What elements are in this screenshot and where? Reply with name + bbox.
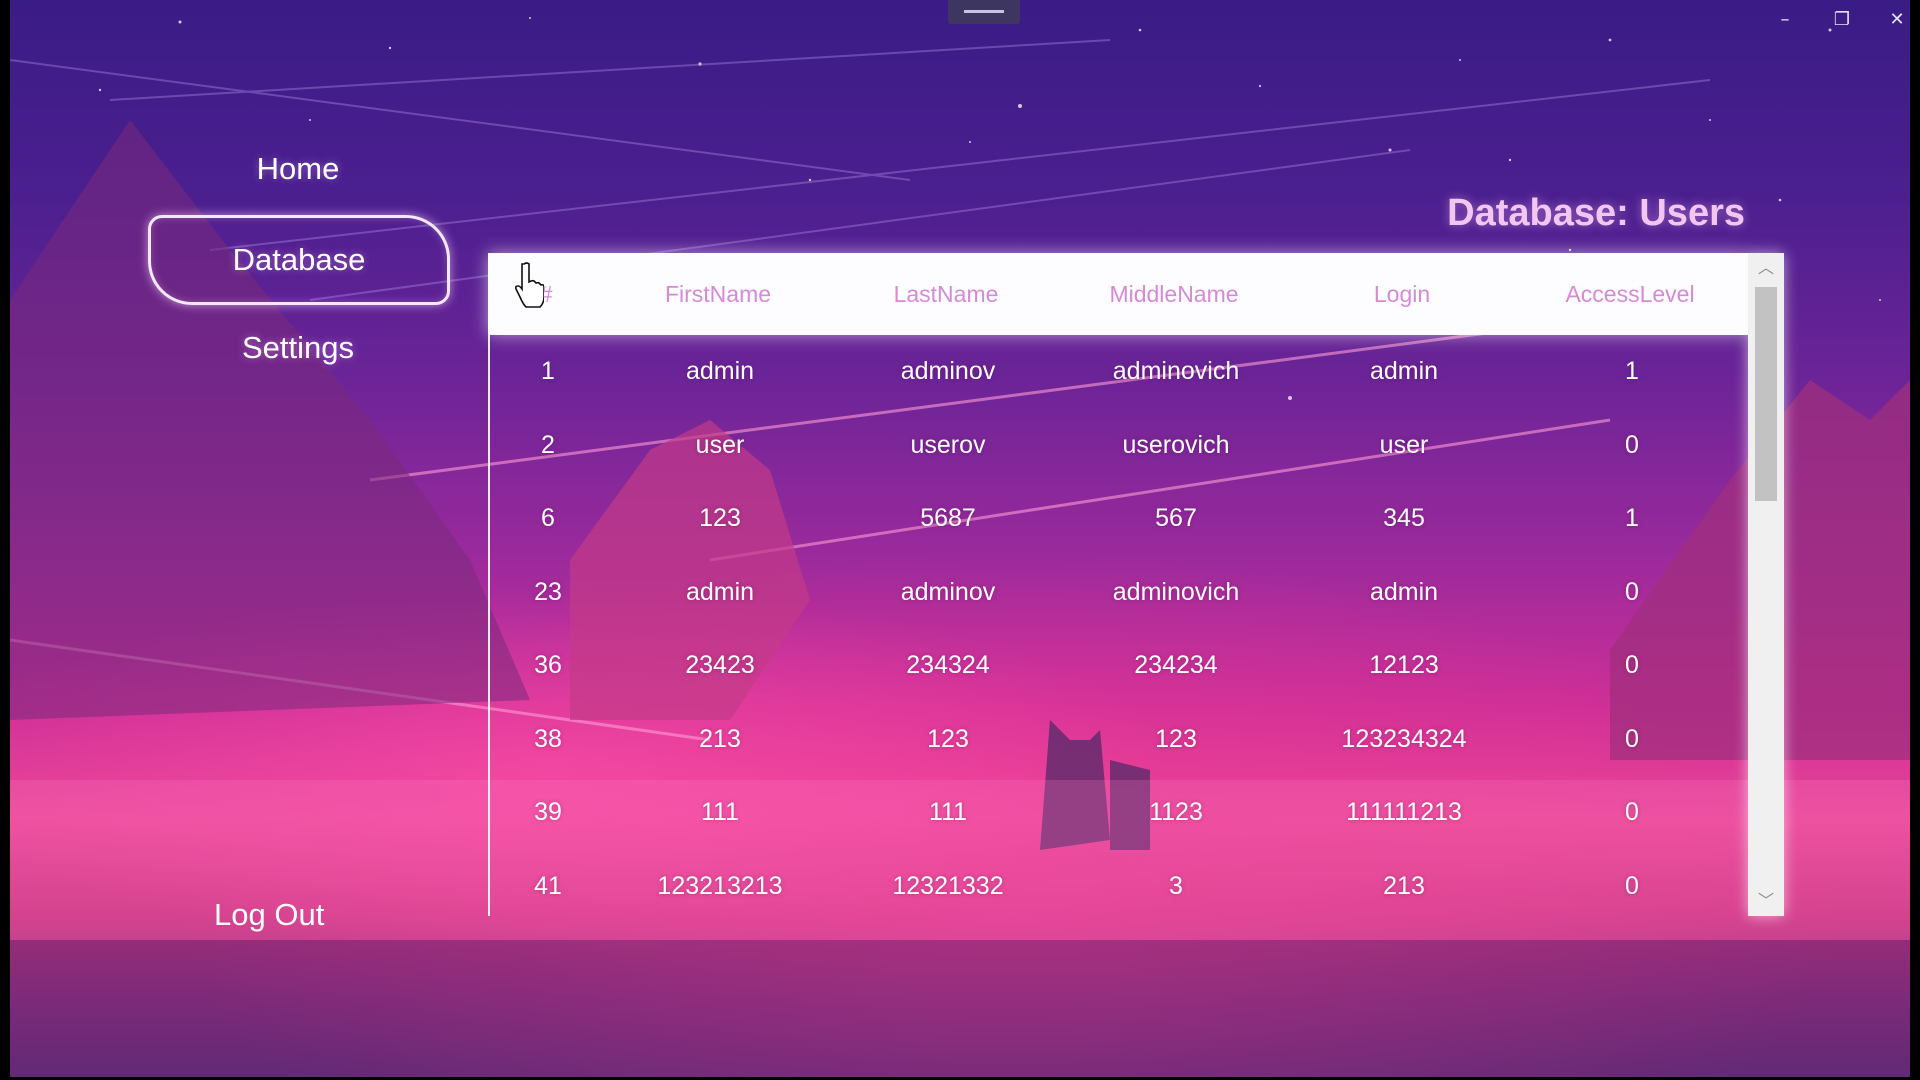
table-row[interactable]: 23 admin adminov adminovich admin 0 (490, 556, 1750, 629)
table-cell: 567 (1155, 504, 1197, 532)
table-cell: 1 (1625, 357, 1639, 385)
table-cell: 213 (699, 724, 741, 753)
table-cell: adminov (900, 577, 996, 606)
app-root: – ❐ ✕ Home Database Settings Log Out Dat… (0, 0, 1920, 1080)
table-cell: adminovich (1112, 357, 1240, 385)
table-cell: adminov (900, 357, 996, 385)
table-cell: 123 (927, 724, 969, 753)
scroll-thumb[interactable] (1755, 287, 1777, 501)
table-cell: 0 (1625, 871, 1639, 900)
drag-handle-bar (964, 10, 1004, 13)
nav-settings[interactable]: Settings (148, 305, 448, 391)
nav-database[interactable]: Database (148, 215, 450, 305)
table-body: 1 admin adminov adminovich admin 1 2 user userov… (488, 335, 1750, 916)
table-row[interactable]: 36 23423 234324 234234 12123 0 (490, 629, 1750, 702)
table-cell: 213 (1383, 871, 1425, 900)
column-header[interactable]: MiddleName (1064, 253, 1284, 335)
table-cell: 234324 (906, 651, 990, 679)
table-row[interactable]: 39 111 111 1123 111111213 0 (490, 776, 1750, 849)
table-cell: 111111213 (1346, 798, 1462, 826)
nav-home[interactable]: Home (148, 126, 448, 212)
vertical-scrollbar[interactable]: ︿ ﹀ (1748, 253, 1784, 916)
table-cell: 1123 (1149, 798, 1203, 826)
table-cell: 123234324 (1341, 724, 1467, 753)
table-cell: 0 (1625, 577, 1639, 606)
main-window: – ❐ ✕ Home Database Settings Log Out Dat… (10, 0, 1910, 1077)
column-header[interactable]: Login (1292, 253, 1512, 335)
maximize-button[interactable]: ❐ (1825, 6, 1859, 34)
table-cell: 111 (700, 798, 739, 826)
table-cell: 123 (1155, 724, 1197, 753)
chevron-down-icon[interactable]: ﹀ (1748, 886, 1784, 916)
table-cell: userovich (1122, 430, 1230, 459)
table-cell: 345 (1383, 504, 1425, 532)
chevron-up-icon[interactable]: ︿ (1748, 253, 1784, 283)
table-cell: 0 (1625, 724, 1639, 753)
table-cell: 12321332 (892, 871, 1004, 900)
table-cell: user (1379, 430, 1429, 459)
table-cell: 3 (1169, 871, 1183, 900)
table-cell: 1 (1625, 504, 1639, 532)
window-drag-handle[interactable] (948, 0, 1020, 24)
table-cell: 123213213 (657, 871, 783, 900)
table-cell: adminovich (1112, 577, 1240, 606)
column-header[interactable]: LastName (836, 253, 1056, 335)
minimize-button[interactable]: – (1768, 6, 1802, 34)
table-cell: 23423 (685, 651, 755, 679)
table-cell: 12123 (1369, 651, 1439, 679)
table-cell: 111 (928, 798, 967, 826)
table-row[interactable]: 6 123 5687 567 345 1 (490, 482, 1750, 555)
table-cell: 234234 (1134, 651, 1218, 679)
table-cell: 0 (1625, 651, 1639, 679)
table-cell: 0 (1625, 430, 1639, 459)
logout-button[interactable]: Log Out (214, 890, 374, 940)
table-row[interactable]: 1 admin adminov adminovich admin 1 (490, 335, 1750, 408)
close-button[interactable]: ✕ (1880, 6, 1910, 34)
table-cell: admin (685, 577, 755, 606)
users-table: # FirstName LastName MiddleName Login AccessL… (488, 253, 1784, 916)
table-row[interactable]: 38 213 123 123 123234324 0 (490, 703, 1750, 776)
table-row[interactable]: 2 user userov userovich user 0 (490, 409, 1750, 482)
table-cell: user (695, 430, 745, 459)
table-row[interactable]: 41 123213213 12321332 3 213 0 (490, 850, 1750, 923)
table-cell: 5687 (920, 504, 976, 532)
table-cell: userov (910, 430, 986, 459)
table-header: # FirstName LastName MiddleName Login AccessL… (488, 253, 1748, 335)
table-cell: admin (1369, 577, 1439, 606)
table-cell: admin (685, 357, 755, 385)
table-cell: 0 (1625, 798, 1639, 826)
table-cell: 123 (699, 504, 741, 532)
table-cell: admin (1369, 357, 1439, 385)
column-header[interactable]: FirstName (608, 253, 828, 335)
column-header[interactable]: AccessLevel (1520, 253, 1740, 335)
page-title: Database: Users (1447, 192, 1745, 234)
